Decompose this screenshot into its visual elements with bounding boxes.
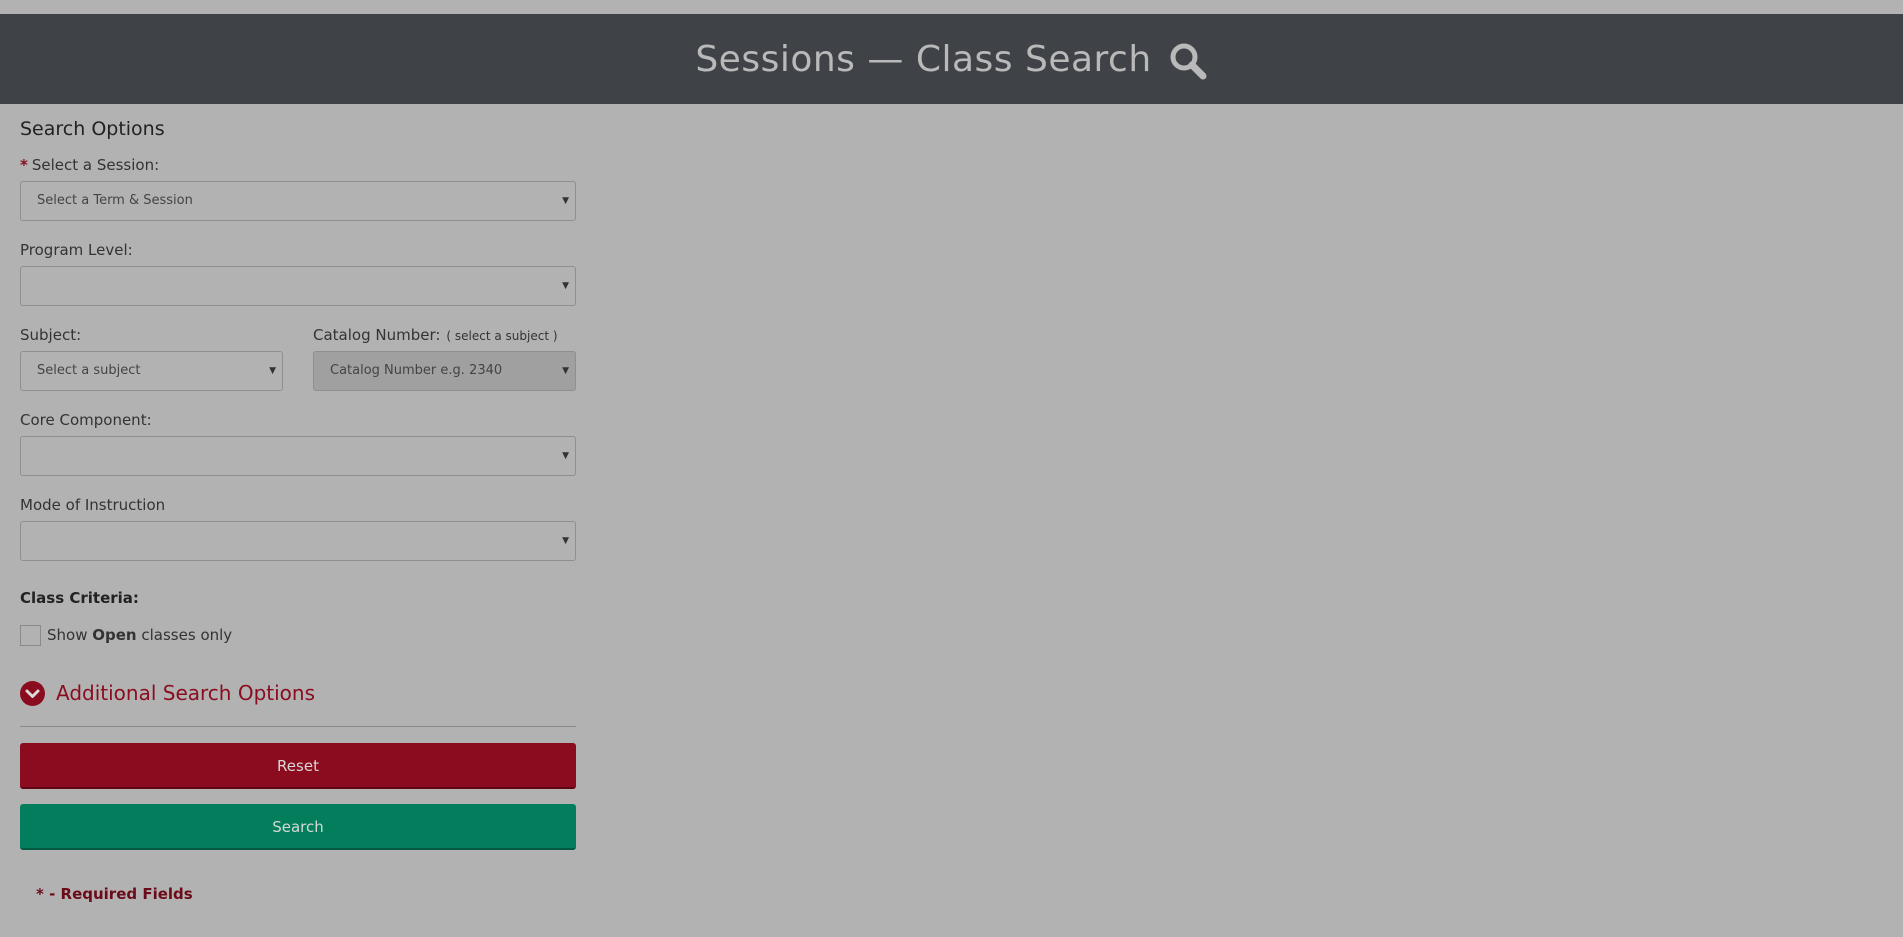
chevron-down-icon: ▼ (562, 451, 569, 461)
additional-search-options-label: Additional Search Options (56, 681, 315, 705)
chevron-down-icon: ▼ (269, 366, 276, 376)
chevron-down-circle-icon (20, 680, 45, 706)
chevron-down-icon: ▼ (562, 281, 569, 291)
catalog-number-label: Catalog Number: ( select a subject ) (313, 324, 576, 346)
core-component-label: Core Component: (20, 411, 152, 429)
required-marker: * (20, 156, 28, 174)
open-classes-option[interactable]: Show Open classes only (20, 623, 576, 647)
catalog-number-value: Catalog Number e.g. 2340 (330, 363, 503, 378)
page-header: Sessions — Class Search (0, 14, 1903, 104)
catalog-number-hint: ( select a subject ) (446, 329, 558, 343)
session-select[interactable]: Select a Term & Session ▼ (20, 181, 576, 221)
mode-of-instruction-select[interactable]: ▼ (20, 521, 576, 561)
subject-select[interactable]: Select a subject ▼ (20, 351, 283, 391)
chevron-down-icon: ▼ (562, 366, 569, 376)
core-component-select[interactable]: ▼ (20, 436, 576, 476)
catalog-number-label-text: Catalog Number: (313, 326, 441, 344)
catalog-column: Catalog Number: ( select a subject ) Cata… (313, 324, 576, 391)
search-icon (1168, 41, 1208, 81)
top-strip (0, 0, 1903, 14)
subject-catalog-row: Subject: Select a subject ▼ Catalog Numb… (20, 324, 576, 391)
session-label: * Select a Session: (20, 154, 576, 176)
session-label-text: Select a Session: (31, 156, 160, 174)
subject-select-value: Select a subject (37, 363, 141, 378)
session-select-value: Select a Term & Session (37, 193, 193, 208)
search-options-panel: Search Options * Select a Session: Select… (20, 104, 576, 903)
section-title: Search Options (20, 118, 165, 140)
open-classes-checkbox[interactable] (20, 624, 41, 646)
program-level-label: Program Level: (20, 241, 133, 259)
open-classes-label-bold: Open (92, 626, 137, 644)
subject-column: Subject: Select a subject ▼ (20, 324, 283, 391)
page-title: Sessions — Class Search (695, 38, 1152, 80)
required-fields-note: * - Required Fields (36, 885, 193, 903)
additional-search-options-toggle[interactable]: Additional Search Options (20, 678, 576, 708)
reset-button[interactable]: Reset (20, 743, 576, 789)
chevron-down-icon: ▼ (562, 536, 569, 546)
program-level-select[interactable]: ▼ (20, 266, 576, 306)
open-classes-label-prefix: Show (47, 626, 88, 644)
class-criteria-label: Class Criteria: (20, 589, 139, 607)
catalog-number-select[interactable]: Catalog Number e.g. 2340 ▼ (313, 351, 576, 391)
mode-of-instruction-label: Mode of Instruction (20, 496, 166, 514)
open-classes-label-suffix: classes only (141, 626, 233, 644)
subject-label: Subject: (20, 326, 82, 344)
chevron-down-icon: ▼ (562, 196, 569, 206)
search-button[interactable]: Search (20, 804, 576, 850)
